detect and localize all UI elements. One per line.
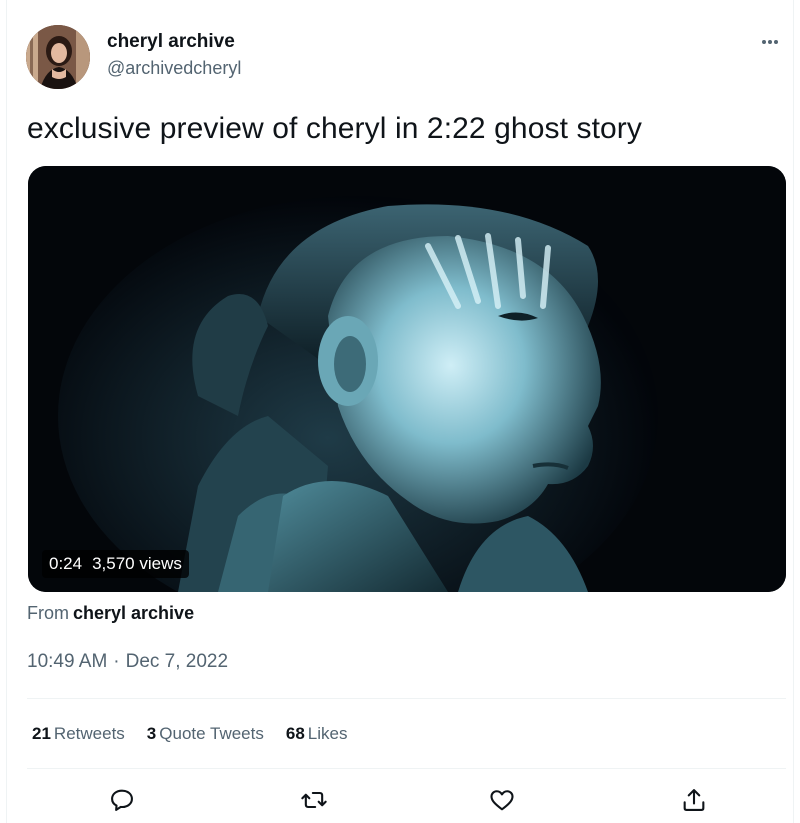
likes-count: 68: [285, 724, 305, 743]
engagement-stats: 21 Retweets 3 Quote Tweets 68 Likes: [32, 724, 369, 744]
share-icon[interactable]: [680, 786, 708, 814]
video-view-count: 3,570 views: [92, 554, 182, 573]
card-border-left: [6, 0, 7, 823]
author-display-name[interactable]: cheryl archive: [107, 31, 235, 53]
retweets-label: Retweets: [53, 724, 125, 743]
tweet-time: 10:49 AM: [27, 651, 108, 672]
video-source: From cheryl archive: [27, 603, 194, 624]
quote-tweets-stat[interactable]: 3 Quote Tweets: [147, 724, 264, 744]
retweet-icon[interactable]: [300, 786, 328, 814]
video-player[interactable]: [28, 166, 786, 592]
likes-label: Likes: [307, 724, 348, 743]
video-source-prefix: From: [27, 603, 69, 623]
timestamp-separator: ·: [113, 651, 120, 672]
quote-tweets-label: Quote Tweets: [159, 724, 264, 743]
video-source-name[interactable]: cheryl archive: [73, 603, 194, 623]
card-border-right: [793, 0, 794, 823]
tweet-date: Dec 7, 2022: [125, 651, 229, 672]
more-options-icon[interactable]: [752, 30, 788, 54]
tweet-timestamp[interactable]: 10:49 AM · Dec 7, 2022: [27, 651, 228, 673]
video-frame: [28, 166, 786, 592]
video-duration: 0:24: [49, 554, 83, 573]
divider-bottom: [27, 768, 786, 769]
quote-tweets-count: 3: [146, 724, 157, 743]
divider-top: [27, 698, 786, 699]
reply-icon[interactable]: [108, 786, 136, 814]
likes-stat[interactable]: 68 Likes: [286, 724, 348, 744]
author-handle[interactable]: @archivedcheryl: [107, 58, 241, 79]
tweet-text: exclusive preview of cheryl in 2:22 ghos…: [27, 112, 642, 145]
retweets-count: 21: [32, 724, 51, 743]
video-meta-badge: 0:24 3,570 views: [42, 550, 189, 578]
avatar[interactable]: [26, 25, 90, 89]
like-icon[interactable]: [488, 786, 516, 814]
retweets-stat[interactable]: 21 Retweets: [32, 724, 125, 744]
